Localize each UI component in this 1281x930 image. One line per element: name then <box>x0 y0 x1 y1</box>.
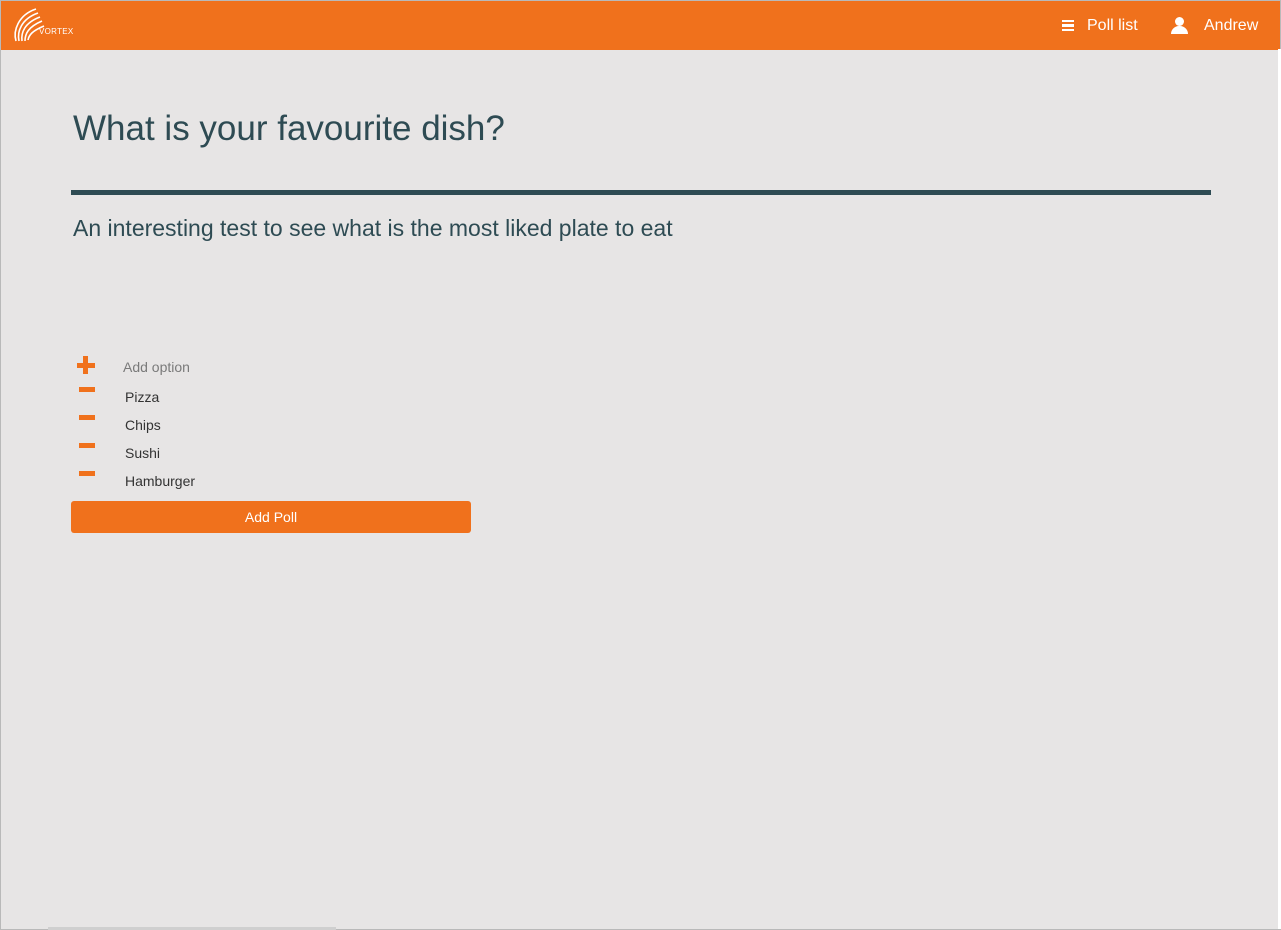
title-divider <box>71 190 1211 195</box>
option-row: Chips <box>71 415 471 437</box>
add-poll-button[interactable]: Add Poll <box>71 501 471 533</box>
poll-description: An interesting test to see what is the m… <box>73 215 673 241</box>
poll-title: What is your favourite dish? <box>73 109 505 148</box>
option-row: Pizza <box>71 387 471 409</box>
add-option-row <box>71 356 471 378</box>
option-label: Hamburger <box>125 473 196 489</box>
vortex-swirl-icon <box>14 8 45 42</box>
add-option-input[interactable] <box>123 357 423 377</box>
remove-option-button[interactable] <box>76 471 96 491</box>
menu-icon <box>1062 19 1074 32</box>
option-row: Sushi <box>71 443 471 465</box>
app-window: VORTEX Poll list Andrew What is your fav… <box>0 0 1281 930</box>
option-label: Sushi <box>125 445 161 461</box>
option-row: Hamburger <box>71 471 471 493</box>
nav-poll-list[interactable]: Poll list <box>1062 1 1138 50</box>
minus-icon <box>79 471 95 476</box>
vortex-logo[interactable]: VORTEX <box>10 5 73 45</box>
add-option-button[interactable] <box>76 356 96 376</box>
remove-option-button[interactable] <box>76 415 96 435</box>
minus-icon <box>79 415 95 420</box>
user-name: Andrew <box>1204 16 1259 34</box>
remove-option-button[interactable] <box>76 443 96 463</box>
top-navbar: VORTEX Poll list Andrew <box>1 1 1280 50</box>
option-label: Chips <box>125 417 161 433</box>
logo-text: VORTEX <box>39 27 74 36</box>
minus-icon <box>79 443 95 448</box>
user-icon <box>1171 17 1188 34</box>
remove-option-button[interactable] <box>76 387 96 407</box>
minus-icon <box>79 387 95 392</box>
nav-poll-list-label: Poll list <box>1087 16 1138 34</box>
option-label: Pizza <box>125 389 160 405</box>
nav-user-menu[interactable]: Andrew <box>1171 1 1258 50</box>
